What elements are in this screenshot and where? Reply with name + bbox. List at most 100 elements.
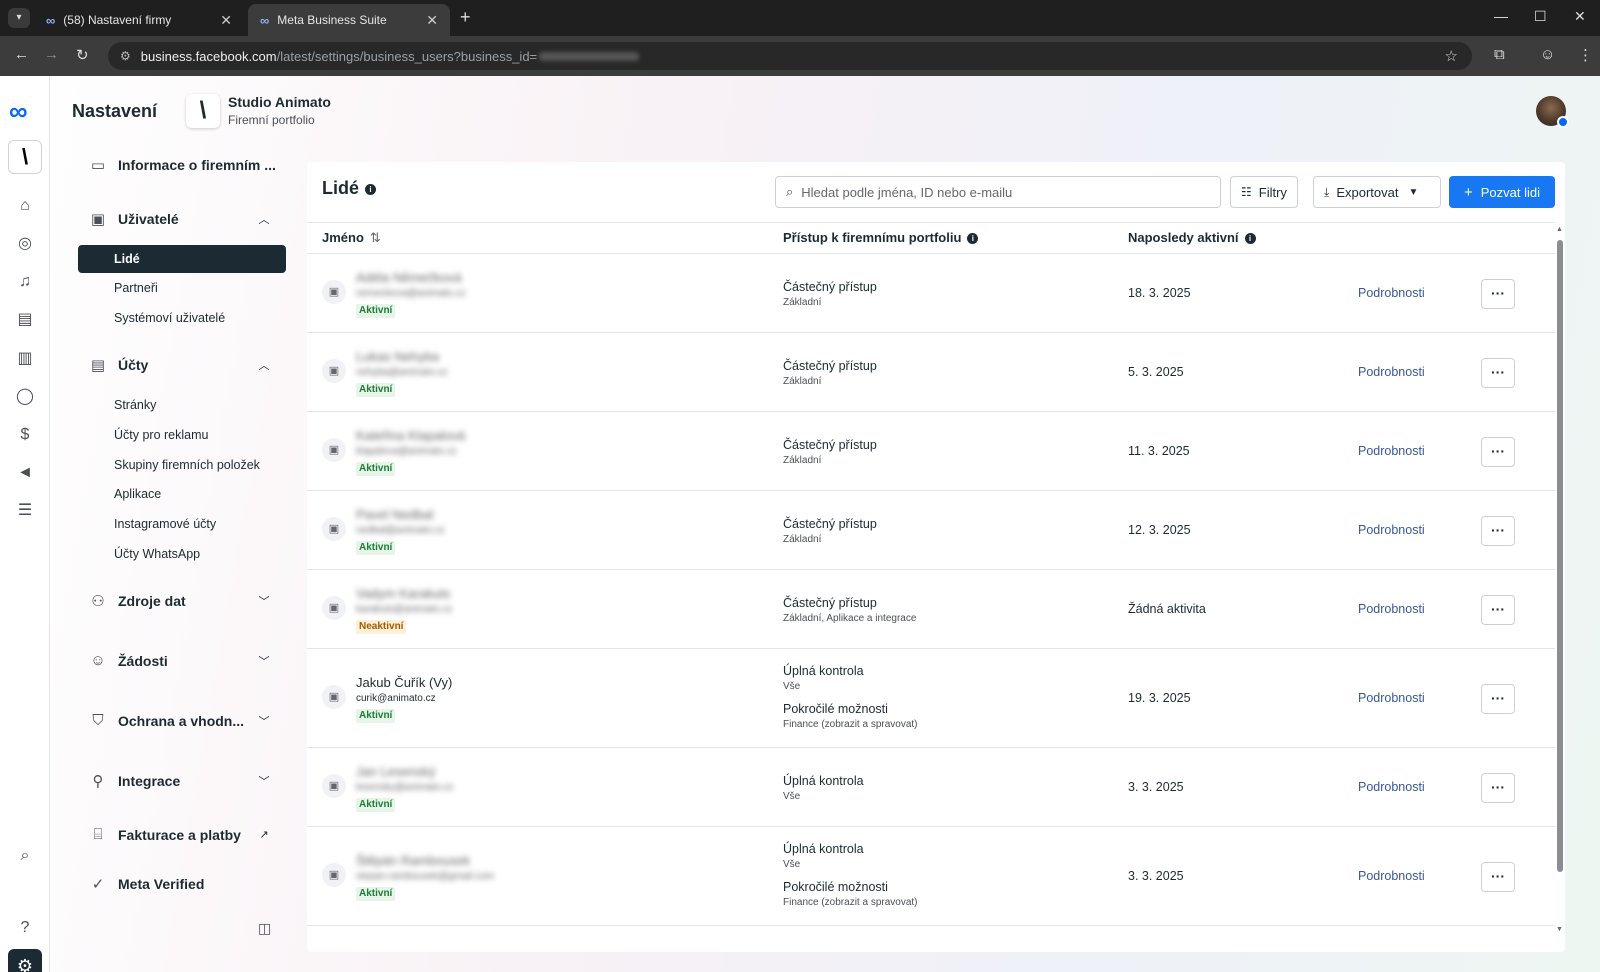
- more-options-button[interactable]: ···: [1481, 357, 1515, 388]
- menu-protection[interactable]: ⛉ Ochrana a vhodn... ﹀: [78, 712, 286, 729]
- business-name[interactable]: Studio Animato: [228, 94, 331, 110]
- inbox-icon[interactable]: ◯: [13, 385, 37, 409]
- url-path: /latest/settings/business_users?business…: [276, 48, 538, 64]
- extensions-icon[interactable]: ⧉: [1494, 46, 1505, 63]
- home-icon[interactable]: ⌂: [13, 194, 37, 218]
- menu-label: Účty: [118, 357, 149, 373]
- access-detail: Základní: [783, 533, 822, 545]
- menu-requests[interactable]: ☺ Žádosti ﹀: [78, 652, 286, 669]
- access-level-advanced: Pokročilé možnosti: [783, 701, 888, 716]
- new-tab-icon[interactable]: +: [460, 7, 471, 28]
- info-icon[interactable]: i: [365, 183, 377, 195]
- menu-item-asset-groups[interactable]: Skupiny firemních položek: [114, 458, 260, 472]
- business-info-icon: ▭: [90, 157, 106, 174]
- status-badge: Aktivní: [356, 382, 396, 397]
- browser-tab-business-suite[interactable]: ∞ Meta Business Suite ✕: [248, 4, 450, 36]
- site-info-icon[interactable]: ⚙: [120, 49, 131, 63]
- user-name: Kateřina Klapalová: [356, 427, 466, 443]
- integrations-icon: ⚲: [92, 773, 104, 790]
- menu-item-apps[interactable]: Aplikace: [114, 487, 161, 501]
- menu-item-whatsapp[interactable]: Účty WhatsApp: [114, 547, 200, 561]
- more-options-button[interactable]: ···: [1481, 683, 1515, 714]
- filters-button[interactable]: ☷ Filtry: [1230, 176, 1298, 208]
- info-icon[interactable]: i: [1244, 233, 1256, 245]
- more-options-button[interactable]: ···: [1481, 278, 1515, 309]
- details-link[interactable]: Podrobnosti: [1358, 523, 1425, 537]
- table-scrollbar[interactable]: ▲ ▼: [1555, 226, 1565, 936]
- details-link[interactable]: Podrobnosti: [1358, 286, 1425, 300]
- collapse-menu-icon[interactable]: ◫: [258, 920, 271, 937]
- info-icon[interactable]: i: [967, 233, 979, 245]
- menu-item-system-users[interactable]: Systémoví uživatelé: [114, 311, 225, 325]
- more-options-button[interactable]: ···: [1481, 436, 1515, 467]
- reload-icon[interactable]: ↻: [76, 46, 89, 64]
- close-tab-icon[interactable]: ✕: [220, 12, 232, 29]
- menu-item-partners[interactable]: Partneři: [114, 281, 158, 295]
- content-icon[interactable]: ▤: [13, 308, 37, 332]
- access-level: Částečný přístup: [783, 279, 877, 294]
- user-name: Adéla Němečková: [356, 269, 462, 285]
- menu-users[interactable]: ▣ Uživatelé ︿: [78, 210, 286, 228]
- help-icon[interactable]: ?: [13, 916, 37, 940]
- close-window-icon[interactable]: ✕: [1574, 8, 1586, 25]
- forward-icon[interactable]: →: [44, 46, 59, 63]
- more-options-button[interactable]: ···: [1481, 515, 1515, 546]
- notifications-icon[interactable]: ♫: [13, 270, 37, 294]
- url-field[interactable]: ⚙ business.facebook.com/latest/settings/…: [108, 42, 1472, 70]
- menu-integrations[interactable]: ⚲ Integrace ﹀: [78, 772, 286, 790]
- details-link[interactable]: Podrobnosti: [1358, 444, 1425, 458]
- scroll-down-icon[interactable]: ▼: [1556, 926, 1563, 933]
- close-tab-icon[interactable]: ✕: [426, 12, 438, 29]
- status-badge: Aktivní: [356, 708, 396, 723]
- scroll-up-icon[interactable]: ▲: [1556, 226, 1563, 233]
- menu-item-ad-accounts[interactable]: Účty pro reklamu: [114, 428, 208, 442]
- menu-item-pages[interactable]: Stránky: [114, 398, 156, 412]
- details-link[interactable]: Podrobnosti: [1358, 780, 1425, 794]
- invite-people-button[interactable]: + Pozvat lidi: [1449, 176, 1555, 208]
- user-name: Lukas Nehyba: [356, 348, 440, 364]
- settings-gear-icon[interactable]: ⚙: [8, 949, 42, 972]
- scroll-thumb[interactable]: [1557, 240, 1563, 872]
- user-icon: ▣: [322, 773, 346, 798]
- menu-item-instagram[interactable]: Instagramové účty: [114, 517, 216, 531]
- menu-item-people[interactable]: Lidé: [78, 245, 286, 273]
- more-options-button[interactable]: ···: [1481, 772, 1515, 803]
- export-button[interactable]: ⤓ Exportovat ▼: [1313, 176, 1441, 208]
- search-input-wrapper[interactable]: ⌕: [775, 176, 1221, 208]
- insights-icon[interactable]: ▥: [13, 347, 37, 371]
- ads-icon[interactable]: ◄: [13, 461, 37, 485]
- access-level: Úplná kontrola: [783, 841, 864, 856]
- sort-icon[interactable]: ⇅: [370, 230, 381, 245]
- minimize-icon[interactable]: —: [1494, 8, 1508, 24]
- search-icon[interactable]: ⌕: [13, 844, 37, 868]
- menu-data-sources[interactable]: ⚇ Zdroje dat ﹀: [78, 592, 286, 610]
- maximize-icon[interactable]: ☐: [1534, 8, 1547, 25]
- compass-icon[interactable]: ◎: [13, 232, 37, 256]
- menu-meta-verified[interactable]: ✓ Meta Verified: [78, 875, 286, 893]
- meta-logo-icon[interactable]: ∞: [9, 96, 28, 127]
- business-switcher-icon[interactable]: \: [8, 140, 42, 174]
- menu-accounts[interactable]: ▤ Účty ︿: [78, 356, 286, 374]
- details-link[interactable]: Podrobnosti: [1358, 602, 1425, 616]
- browser-menu-icon[interactable]: ⋮: [1578, 46, 1593, 64]
- details-link[interactable]: Podrobnosti: [1358, 365, 1425, 379]
- data-sources-icon: ⚇: [91, 593, 105, 610]
- menu-billing[interactable]: ⌸ Fakturace a platby ↗: [78, 826, 286, 843]
- all-tools-icon[interactable]: ☰: [13, 499, 37, 523]
- monetization-icon[interactable]: $: [13, 423, 37, 447]
- menu-business-info[interactable]: ▭ Informace o firemním ...: [78, 156, 286, 174]
- profile-icon[interactable]: ☺: [1540, 46, 1555, 63]
- more-options-button[interactable]: ···: [1481, 594, 1515, 625]
- back-icon[interactable]: ←: [14, 46, 29, 63]
- column-label: Naposledy aktivní: [1128, 230, 1239, 245]
- more-options-button[interactable]: ···: [1481, 861, 1515, 892]
- bookmark-star-icon[interactable]: ☆: [1445, 47, 1458, 65]
- tab-search-dropdown[interactable]: ▾: [8, 8, 30, 28]
- details-link[interactable]: Podrobnosti: [1358, 869, 1425, 883]
- browser-tab-settings[interactable]: ∞ (58) Nastavení firmy ✕: [34, 4, 244, 36]
- details-link[interactable]: Podrobnosti: [1358, 691, 1425, 705]
- search-input[interactable]: [801, 184, 1220, 200]
- address-bar: ← → ↻ ⚙ business.facebook.com/latest/set…: [0, 36, 1600, 76]
- column-name[interactable]: Jméno ⇅: [322, 230, 381, 246]
- avatar[interactable]: [1536, 96, 1569, 128]
